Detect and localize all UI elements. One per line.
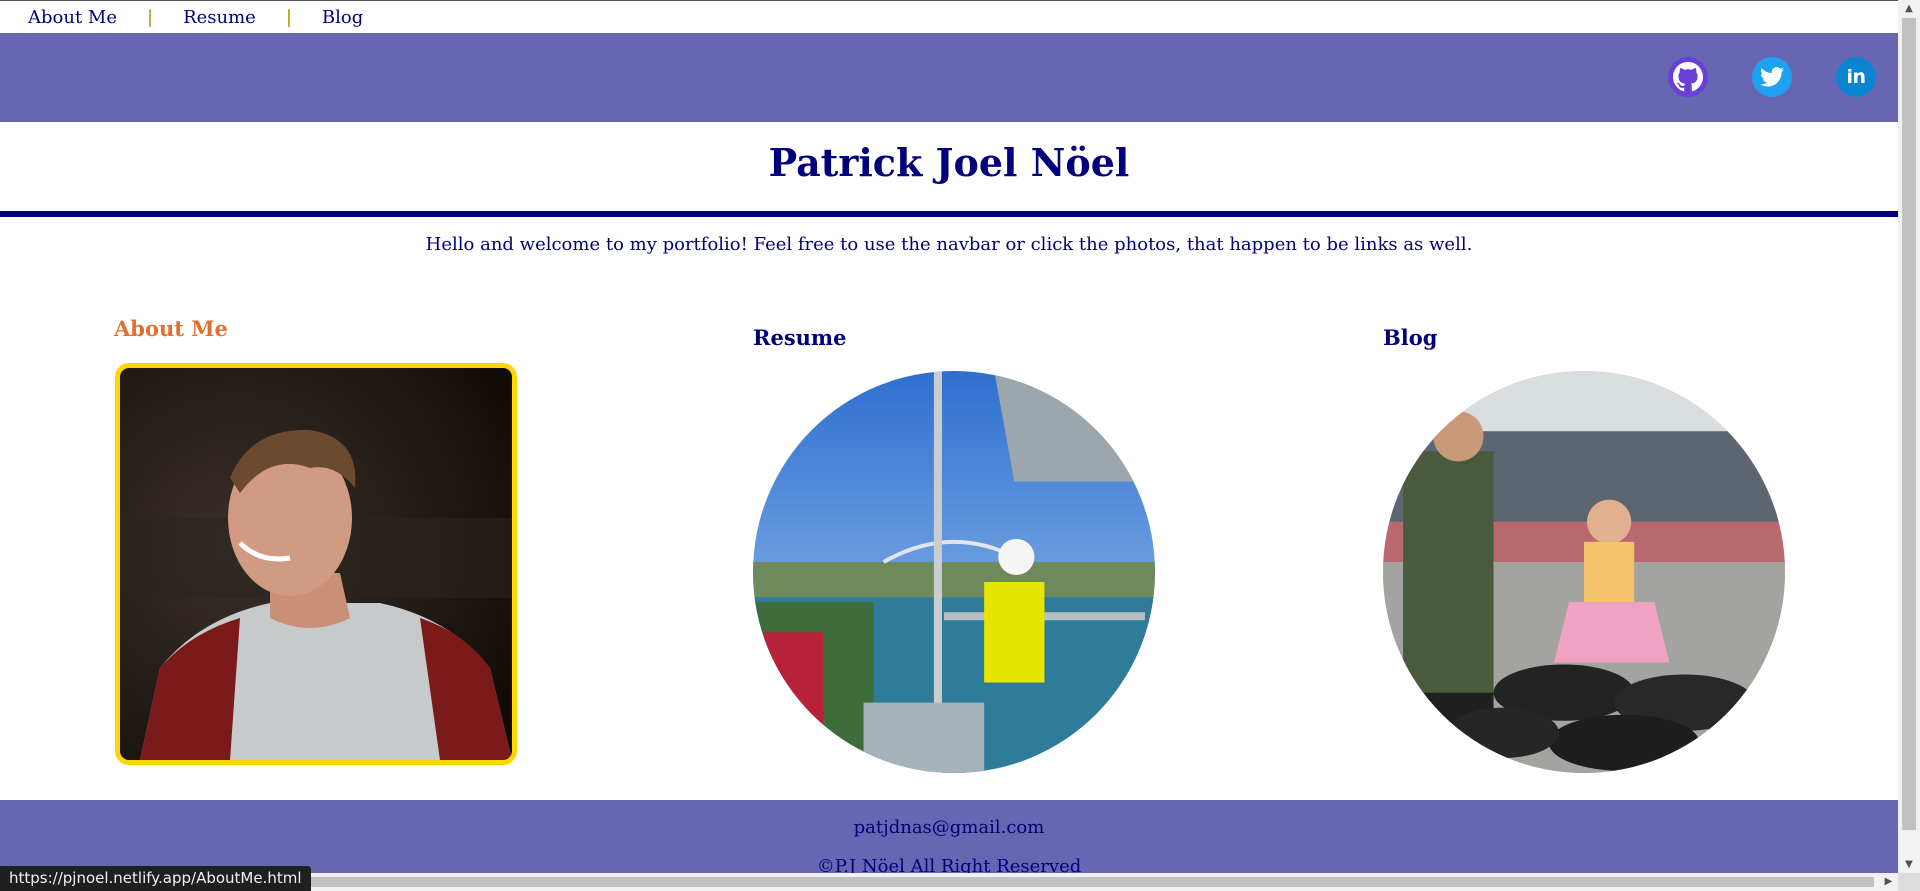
- twitter-icon[interactable]: [1752, 57, 1792, 97]
- vertical-scroll-thumb[interactable]: [1902, 18, 1916, 830]
- about-me-photo[interactable]: [115, 363, 517, 765]
- blog-photo[interactable]: [1383, 371, 1785, 773]
- page-footer: patjdnas@gmail.com ©P.J Nöel All Right R…: [0, 800, 1898, 873]
- header-banner: [0, 33, 1898, 122]
- link-status-bar: https://pjnoel.netlify.app/AboutMe.html: [0, 866, 311, 891]
- scroll-right-arrow-icon[interactable]: ▶: [1880, 873, 1897, 891]
- nav-separator: |: [147, 6, 154, 28]
- vertical-scrollbar[interactable]: ▲ ▼: [1898, 0, 1920, 873]
- scrollbar-corner: [1898, 873, 1920, 891]
- scroll-up-arrow-icon[interactable]: ▲: [1898, 0, 1920, 17]
- nav-link-resume[interactable]: Resume: [183, 7, 256, 28]
- nav-link-about-me[interactable]: About Me: [28, 7, 117, 28]
- card-title-about-me[interactable]: About Me: [114, 316, 228, 341]
- github-icon[interactable]: [1668, 57, 1708, 97]
- welcome-text: Hello and welcome to my portfolio! Feel …: [425, 234, 1473, 255]
- nav-link-blog[interactable]: Blog: [322, 7, 363, 28]
- top-navbar: About Me | Resume | Blog: [0, 0, 1898, 33]
- linkedin-icon[interactable]: in: [1836, 57, 1876, 97]
- card-title-blog[interactable]: Blog: [1383, 325, 1437, 350]
- title-divider: [0, 211, 1898, 217]
- card-title-resume[interactable]: Resume: [753, 325, 847, 350]
- linkedin-icon-text: in: [1846, 66, 1866, 88]
- scroll-down-arrow-icon[interactable]: ▼: [1898, 856, 1920, 873]
- footer-email-link[interactable]: patjdnas@gmail.com: [0, 817, 1898, 838]
- resume-photo[interactable]: [753, 371, 1155, 773]
- nav-separator: |: [285, 6, 292, 28]
- page-title: Patrick Joel Nöel: [768, 140, 1130, 185]
- page-viewport: About Me | Resume | Blog in Patrick Joel…: [0, 0, 1898, 873]
